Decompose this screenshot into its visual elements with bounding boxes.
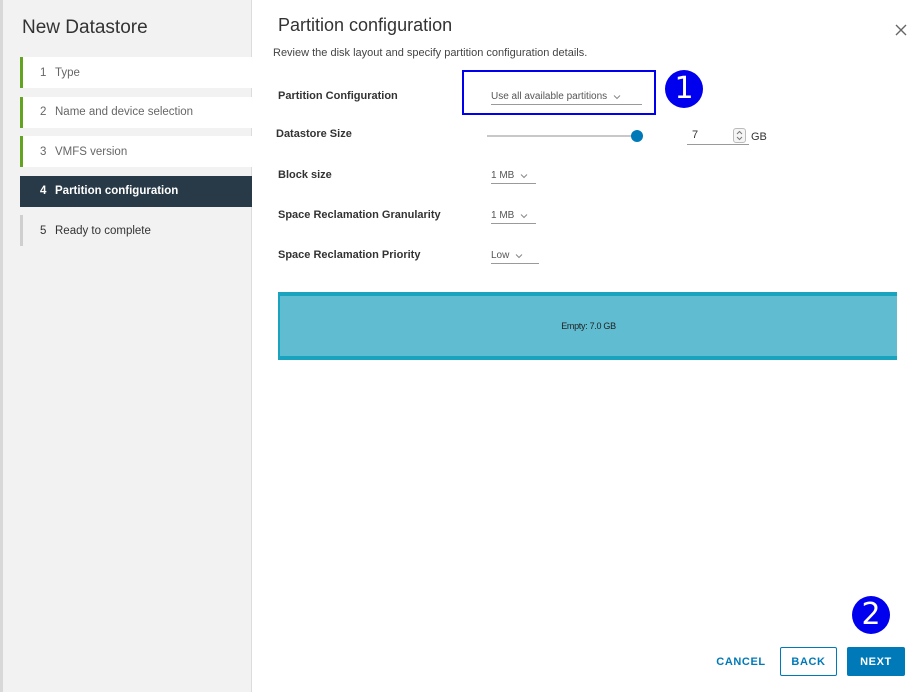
spinner-icon[interactable] bbox=[733, 128, 746, 143]
close-icon[interactable] bbox=[893, 22, 909, 38]
step-vmfs-version[interactable]: 3 VMFS version bbox=[20, 136, 252, 167]
step-label: Type bbox=[55, 66, 80, 79]
cancel-button[interactable]: CANCEL bbox=[712, 647, 770, 676]
step-label: Ready to complete bbox=[55, 224, 151, 237]
datastore-size-unit: GB bbox=[751, 131, 767, 143]
disk-partition-empty: Empty: 7.0 GB bbox=[280, 296, 897, 356]
step-ready-to-complete[interactable]: 5 Ready to complete bbox=[20, 215, 252, 246]
chevron-down-icon bbox=[520, 213, 528, 218]
step-partition-configuration[interactable]: 4 Partition configuration bbox=[20, 175, 252, 207]
reclamation-priority-value: Low bbox=[491, 250, 510, 261]
step-label: Name and device selection bbox=[55, 106, 194, 118]
disk-layout-bar: Empty: 7.0 GB bbox=[278, 292, 897, 360]
wizard-title: New Datastore bbox=[22, 17, 148, 38]
annotation-marker-1: 1 bbox=[665, 70, 703, 108]
partition-configuration-label: Partition Configuration bbox=[278, 90, 398, 102]
slider-handle[interactable] bbox=[631, 130, 643, 142]
reclamation-priority-label: Space Reclamation Priority bbox=[278, 249, 421, 261]
step-label: Partition configuration bbox=[55, 185, 179, 197]
reclamation-priority-select[interactable]: Low bbox=[491, 250, 539, 264]
block-size-label: Block size bbox=[278, 169, 332, 181]
step-number: 2 bbox=[40, 106, 47, 118]
chevron-down-icon bbox=[516, 253, 523, 258]
reclamation-granularity-label: Space Reclamation Granularity bbox=[278, 209, 441, 221]
disk-partition-label: Empty: 7.0 GB bbox=[561, 321, 616, 331]
chevron-down-icon bbox=[520, 173, 528, 178]
annotation-marker-2: 2 bbox=[852, 596, 890, 634]
step-name-and-device[interactable]: 2 Name and device selection bbox=[20, 96, 252, 128]
reclamation-granularity-value: 1 MB bbox=[491, 210, 515, 221]
reclamation-granularity-select[interactable]: 1 MB bbox=[491, 210, 536, 224]
step-number: 5 bbox=[40, 224, 47, 237]
datastore-size-slider[interactable] bbox=[487, 130, 643, 142]
step-type[interactable]: 1 Type bbox=[20, 57, 252, 88]
back-button[interactable]: BACK bbox=[780, 647, 837, 676]
slider-fill bbox=[487, 135, 637, 137]
annotation-highlight-box bbox=[462, 70, 656, 115]
step-number: 1 bbox=[40, 66, 47, 79]
wizard-steps: 1 Type 2 Name and device selection 3 VMF… bbox=[20, 57, 252, 255]
wizard-sidebar: New Datastore 1 Type 2 Name and device s… bbox=[3, 0, 252, 692]
next-button[interactable]: NEXT bbox=[847, 647, 905, 676]
datastore-size-label: Datastore Size bbox=[276, 128, 352, 140]
step-number: 4 bbox=[40, 185, 47, 197]
step-label: VMFS version bbox=[55, 145, 128, 158]
page-subtitle: Review the disk layout and specify parti… bbox=[273, 47, 588, 59]
step-number: 3 bbox=[40, 145, 47, 158]
block-size-value: 1 MB bbox=[491, 170, 515, 181]
page-title: Partition configuration bbox=[278, 15, 453, 35]
block-size-select[interactable]: 1 MB bbox=[491, 170, 536, 184]
